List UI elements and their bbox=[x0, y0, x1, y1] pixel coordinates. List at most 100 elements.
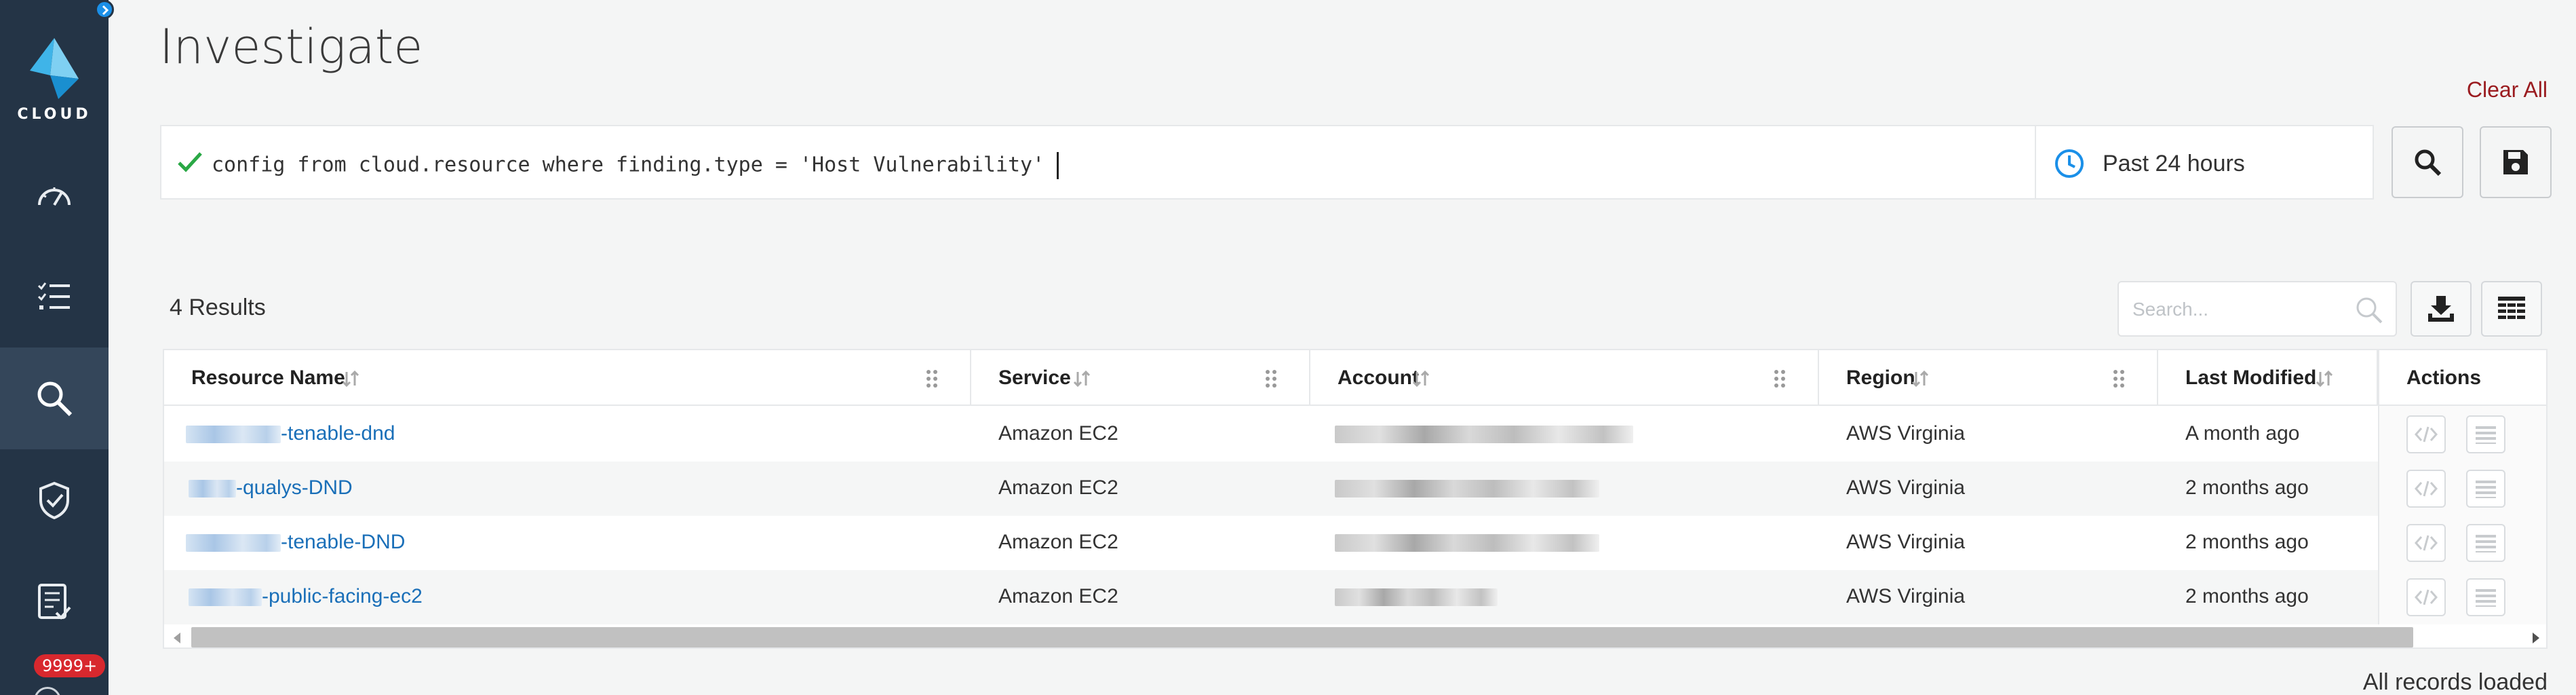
nav-policies[interactable] bbox=[0, 449, 109, 551]
query-text: config from cloud.resource where finding… bbox=[212, 153, 1045, 177]
column-header-resource-name[interactable]: Resource Name bbox=[164, 350, 971, 406]
valid-check-icon bbox=[178, 152, 202, 172]
table-search[interactable] bbox=[2118, 281, 2397, 337]
resource-name-suffix: -tenable-DND bbox=[281, 531, 406, 553]
nav-compliance[interactable] bbox=[0, 551, 109, 653]
logo-text: CLOUD bbox=[17, 106, 92, 123]
actions-column: Actions bbox=[2378, 350, 2546, 647]
records-loaded-status: All records loaded bbox=[2362, 669, 2548, 695]
table-row[interactable]: -tenable-dnd Amazon EC2 AWS Virginia A m… bbox=[164, 407, 2546, 462]
column-picker-button[interactable] bbox=[2481, 281, 2542, 337]
shield-check-icon bbox=[39, 481, 69, 519]
resource-name-link[interactable]: -tenable-DND bbox=[186, 531, 405, 554]
download-button[interactable] bbox=[2411, 281, 2472, 337]
query-divider bbox=[2035, 126, 2036, 198]
checklist-icon bbox=[37, 282, 70, 309]
column-label: Resource Name bbox=[191, 367, 345, 389]
sort-icon[interactable] bbox=[2316, 369, 2333, 388]
redacted-value bbox=[186, 534, 281, 552]
clock-icon bbox=[2055, 149, 2084, 178]
account-cell bbox=[1335, 531, 1599, 554]
query-bar[interactable]: config from cloud.resource where finding… bbox=[160, 125, 2374, 200]
redacted-value bbox=[1335, 426, 1633, 444]
table-row[interactable]: -public-facing-ec2 Amazon EC2 AWS Virgin… bbox=[164, 570, 2546, 624]
sort-icon[interactable] bbox=[1911, 369, 1929, 388]
account-cell bbox=[1335, 476, 1599, 500]
drag-handle-icon[interactable] bbox=[1773, 369, 1787, 388]
results-table: Resource Name Service Account Region Las… bbox=[163, 349, 2548, 649]
drag-handle-icon[interactable] bbox=[1264, 369, 1278, 388]
resource-name-link[interactable]: -tenable-dnd bbox=[186, 422, 395, 445]
redacted-value bbox=[1335, 588, 1498, 607]
search-button[interactable] bbox=[2392, 126, 2463, 198]
redacted-value bbox=[189, 588, 262, 607]
view-json-button[interactable] bbox=[2406, 524, 2446, 562]
column-label: Actions bbox=[2406, 367, 2482, 389]
column-header-actions: Actions bbox=[2379, 350, 2546, 406]
drag-handle-icon[interactable] bbox=[2112, 369, 2126, 388]
details-button[interactable] bbox=[2466, 470, 2505, 508]
view-json-button[interactable] bbox=[2406, 415, 2446, 453]
column-header-last-modified[interactable]: Last Modified bbox=[2158, 350, 2378, 406]
list-icon bbox=[2476, 481, 2496, 498]
service-cell: Amazon EC2 bbox=[998, 585, 1118, 607]
report-check-icon bbox=[38, 584, 71, 620]
resource-name-link[interactable]: -public-facing-ec2 bbox=[189, 585, 423, 608]
chevron-right-icon bbox=[102, 5, 109, 16]
column-label: Region bbox=[1846, 367, 1915, 389]
search-icon bbox=[37, 381, 73, 417]
results-count: 4 Results bbox=[170, 295, 266, 320]
column-header-account[interactable]: Account bbox=[1310, 350, 1819, 406]
details-button[interactable] bbox=[2466, 578, 2505, 616]
text-caret bbox=[1057, 152, 1059, 179]
query-input[interactable]: config from cloud.resource where finding… bbox=[212, 152, 1059, 179]
drag-handle-icon[interactable] bbox=[925, 369, 939, 388]
search-icon bbox=[2356, 297, 2383, 324]
region-cell: AWS Virginia bbox=[1846, 422, 1966, 445]
resource-name-link[interactable]: -qualys-DND bbox=[189, 476, 353, 500]
redacted-value bbox=[186, 426, 281, 444]
resource-name-suffix: -tenable-dnd bbox=[281, 422, 395, 445]
table-search-input[interactable] bbox=[2132, 296, 2349, 323]
redacted-value bbox=[1335, 480, 1599, 498]
sort-icon[interactable] bbox=[1073, 369, 1091, 388]
app-logo[interactable]: CLOUD bbox=[0, 0, 109, 136]
sort-icon[interactable] bbox=[1412, 369, 1430, 388]
column-header-service[interactable]: Service bbox=[971, 350, 1310, 406]
expand-sidebar-button[interactable] bbox=[95, 0, 114, 19]
region-cell: AWS Virginia bbox=[1846, 585, 1966, 607]
save-query-button[interactable] bbox=[2480, 126, 2552, 198]
column-label: Last Modified bbox=[2185, 367, 2317, 389]
columns-icon bbox=[2498, 297, 2525, 319]
view-json-button[interactable] bbox=[2406, 578, 2446, 616]
details-button[interactable] bbox=[2466, 415, 2505, 453]
sort-icon[interactable] bbox=[342, 369, 359, 388]
scroll-right-arrow-icon[interactable] bbox=[2533, 633, 2539, 643]
code-icon bbox=[2415, 481, 2438, 497]
clear-all-link[interactable]: Clear All bbox=[2467, 77, 2548, 102]
account-cell bbox=[1335, 422, 1633, 445]
time-range-selector[interactable]: Past 24 hours bbox=[2103, 151, 2245, 177]
column-label: Account bbox=[1338, 367, 1419, 389]
list-icon bbox=[2476, 589, 2496, 607]
account-cell bbox=[1335, 585, 1498, 608]
service-cell: Amazon EC2 bbox=[998, 531, 1118, 553]
nav-dashboard[interactable] bbox=[0, 144, 109, 246]
scroll-left-arrow-icon[interactable] bbox=[174, 633, 180, 643]
nav-investigate[interactable] bbox=[0, 348, 109, 449]
view-json-button[interactable] bbox=[2406, 470, 2446, 508]
column-header-region[interactable]: Region bbox=[1819, 350, 2158, 406]
logo-icon bbox=[30, 38, 79, 99]
redacted-value bbox=[1335, 534, 1599, 552]
details-button[interactable] bbox=[2466, 524, 2505, 562]
table-row[interactable]: -tenable-DND Amazon EC2 AWS Virginia 2 m… bbox=[164, 516, 2546, 570]
table-row[interactable]: -qualys-DND Amazon EC2 AWS Virginia 2 mo… bbox=[164, 462, 2546, 516]
table-header: Resource Name Service Account Region Las… bbox=[164, 350, 2546, 406]
scrollbar-thumb[interactable] bbox=[191, 627, 2413, 647]
redacted-value bbox=[189, 480, 236, 498]
last-modified-cell: A month ago bbox=[2185, 422, 2300, 445]
help-icon[interactable] bbox=[34, 687, 61, 695]
notification-badge: 9999+ bbox=[34, 654, 106, 677]
horizontal-scrollbar[interactable] bbox=[164, 624, 2546, 647]
nav-alerts[interactable] bbox=[0, 246, 109, 348]
